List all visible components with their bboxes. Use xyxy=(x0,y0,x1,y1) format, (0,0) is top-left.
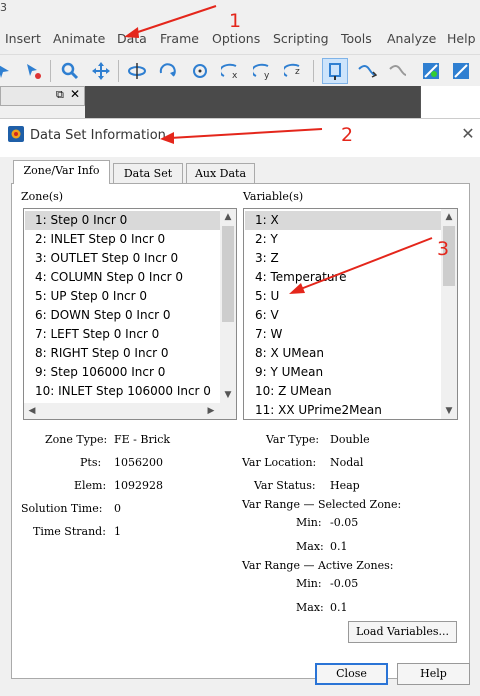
annotation-marker-3: 3 xyxy=(437,238,450,260)
annotation-arrow-3 xyxy=(297,237,433,291)
annotation-marker-2: 2 xyxy=(341,124,354,146)
annotation-overlay xyxy=(124,5,433,294)
annotation-arrowhead-1 xyxy=(124,27,139,38)
annotation-marker-1: 1 xyxy=(229,10,242,32)
tab-zone-var-info[interactable]: Zone/Var Info xyxy=(13,160,110,184)
annotation-arrowhead-2 xyxy=(160,132,174,144)
annotation-arrowhead-3 xyxy=(289,283,305,294)
annotation-arrow-1 xyxy=(131,5,217,35)
annotation-arrow-2 xyxy=(169,128,323,139)
